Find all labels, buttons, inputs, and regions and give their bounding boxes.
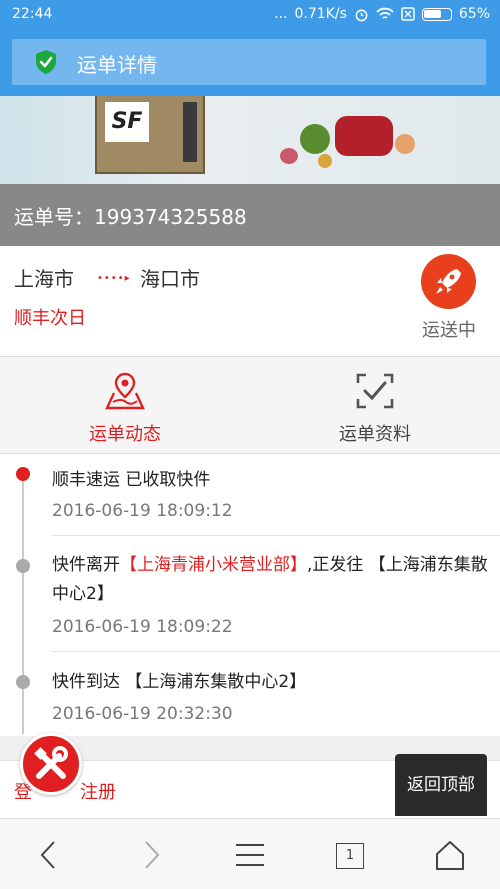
back-to-top-button[interactable]: 返回顶部: [395, 754, 487, 816]
status-icons: ... 0.71K/s 65%: [274, 6, 490, 22]
shield-check-icon: [36, 50, 56, 74]
destination-city: 海口市: [140, 267, 200, 291]
timeline-dot: [16, 675, 30, 689]
fruit-decoration: [395, 134, 415, 154]
browser-toolbar: 1: [0, 818, 500, 889]
network-speed: 0.71K/s: [294, 6, 347, 22]
timeline-time: 2016-06-19 20:32:30: [52, 704, 233, 724]
timeline-line: [22, 472, 24, 734]
timeline-time: 2016-06-19 18:09:22: [52, 617, 233, 637]
sf-package-image: SF: [95, 96, 205, 174]
forward-icon[interactable]: [132, 837, 168, 873]
battery-percent: 65%: [458, 6, 490, 22]
divider: [52, 651, 500, 652]
menu-icon[interactable]: [232, 837, 268, 873]
order-number-value: 199374325588: [94, 205, 247, 229]
header-bar: 运单详情: [0, 30, 500, 96]
timeline-event: 快件到达 【上海浦东集散中心2】: [52, 672, 307, 692]
timeline-event: 快件离开【上海青浦小米营业部】,正发往 【上海浦东集散中心2】: [52, 555, 488, 604]
status-time: 22:44: [12, 6, 53, 22]
timeline-dot: [16, 559, 30, 573]
checklist-icon: [356, 373, 394, 409]
express-label: [183, 102, 197, 162]
timeline-time: 2016-06-19 18:09:12: [52, 501, 233, 521]
fruit-decoration: [280, 148, 298, 164]
wifi-icon: [376, 7, 394, 19]
page-title: 运单详情: [77, 53, 157, 77]
shipment-status: 运送中: [422, 320, 476, 341]
fruit-decoration: [335, 116, 393, 156]
rocket-icon: [421, 254, 476, 309]
tab-details-label: 运单资料: [339, 424, 411, 445]
order-number-label: 运单号：: [14, 205, 94, 229]
wrench-screwdriver-icon: [34, 746, 68, 779]
more-dots-icon: ...: [274, 6, 288, 22]
home-icon[interactable]: [432, 837, 468, 873]
detail-tabs: 运单动态 运单资料: [0, 356, 500, 454]
alarm-icon: [355, 9, 368, 21]
tab-details[interactable]: 运单资料: [250, 357, 500, 455]
header-box: 运单详情: [12, 39, 486, 85]
tab-count-button[interactable]: 1: [336, 843, 364, 869]
tools-button[interactable]: [20, 733, 82, 795]
timeline-event: 顺丰速运 已收取快件: [52, 470, 211, 490]
status-bar: 22:44 ... 0.71K/s 65%: [0, 0, 500, 30]
timeline-dot-current: [16, 467, 30, 481]
tab-tracking[interactable]: 运单动态: [0, 357, 250, 455]
banner-image: SF: [0, 96, 500, 184]
origin-city: 上海市: [14, 267, 74, 291]
route-section: 上海市 ••••▸ 海口市 顺丰次日 运送中: [0, 246, 500, 356]
sim-icon: [401, 7, 415, 21]
fruit-decoration: [300, 124, 330, 154]
route-arrow-icon: ••••▸: [97, 273, 131, 284]
map-pin-icon: [105, 372, 145, 410]
back-icon[interactable]: [32, 837, 68, 873]
order-number-bar: 运单号：199374325588: [0, 184, 500, 246]
tab-tracking-label: 运单动态: [89, 424, 161, 445]
service-type: 顺丰次日: [14, 308, 86, 329]
register-link[interactable]: 注册: [80, 778, 116, 804]
divider: [52, 535, 500, 536]
tracking-timeline: 顺丰速运 已收取快件 2016-06-19 18:09:12 快件离开【上海青浦…: [0, 454, 500, 736]
battery-icon: [421, 7, 452, 21]
sf-logo: SF: [105, 102, 149, 142]
fruit-decoration: [318, 154, 332, 168]
